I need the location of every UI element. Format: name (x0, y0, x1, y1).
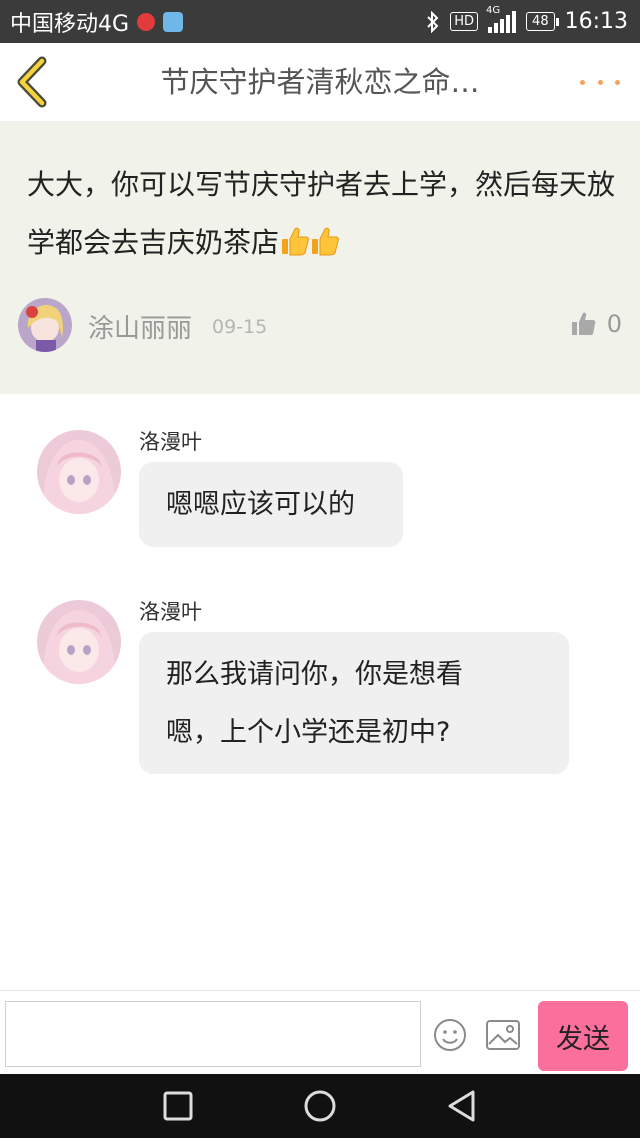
back-button[interactable] (10, 55, 60, 109)
avatar (37, 430, 121, 514)
image-icon[interactable] (486, 1020, 520, 1050)
chevron-left-icon (17, 56, 47, 108)
emoji-icon[interactable] (433, 1018, 467, 1052)
carrier-label: 中国移动4G (10, 11, 130, 37)
reply-avatar[interactable] (37, 430, 121, 514)
thumbs-up-icon (312, 227, 339, 256)
reply-author-name[interactable]: 洛漫叶 (139, 426, 202, 456)
app-notification-icon (163, 11, 184, 32)
reply-message-text: 嗯嗯应该可以的 (166, 489, 355, 520)
reply-message-text: 嗯，上个小学还是初中? (166, 717, 451, 748)
post-date: 09-15 (212, 316, 268, 338)
reply-author-name[interactable]: 洛漫叶 (139, 596, 202, 626)
avatar (18, 298, 72, 352)
more-dots-icon (580, 79, 585, 85)
bluetooth-icon (427, 10, 439, 33)
reply-message-text: 那么我请问你，你是想看 (166, 659, 463, 690)
avatar (37, 600, 121, 684)
reply-avatar[interactable] (37, 600, 121, 684)
reply-message-bubble: 嗯嗯应该可以的 (139, 462, 403, 547)
thumbs-up-icon (282, 227, 309, 256)
reply-message-bubble: 那么我请问你，你是想看 嗯，上个小学还是初中? (139, 632, 569, 774)
hd-badge: HD (450, 12, 479, 31)
app-header: 节庆守护者清秋恋之命… (0, 43, 640, 122)
more-button[interactable] (580, 63, 620, 101)
clock: 16:13 (564, 9, 628, 34)
send-button[interactable]: 发送 (538, 1001, 628, 1071)
post-author-name[interactable]: 涂山丽丽 (88, 308, 192, 345)
post-author-avatar[interactable] (18, 298, 72, 352)
comment-input-bar: 发送 (0, 990, 640, 1075)
post-content: 大大，你可以写节庆守护者去上学，然后每天放学都会去吉庆奶茶店 (27, 156, 617, 272)
like-count: 0 (606, 310, 622, 338)
signal-icon: 4G (486, 5, 517, 33)
status-bar: 中国移动4G HD 4G 48 16:13 (0, 0, 640, 43)
netease-music-icon (137, 12, 156, 31)
comment-input[interactable] (5, 1001, 421, 1067)
battery-icon: 48 (526, 12, 559, 31)
original-post: 大大，你可以写节庆守护者去上学，然后每天放学都会去吉庆奶茶店 涂山丽丽 09-1… (0, 122, 640, 394)
recent-apps-icon[interactable] (160, 1088, 196, 1124)
page-title: 节庆守护者清秋恋之命… (160, 65, 480, 99)
thumbs-up-icon (571, 312, 596, 335)
home-icon[interactable] (302, 1088, 338, 1124)
back-nav-icon[interactable] (444, 1088, 480, 1124)
like-button[interactable]: 0 (571, 310, 622, 338)
system-nav-bar (0, 1074, 640, 1138)
